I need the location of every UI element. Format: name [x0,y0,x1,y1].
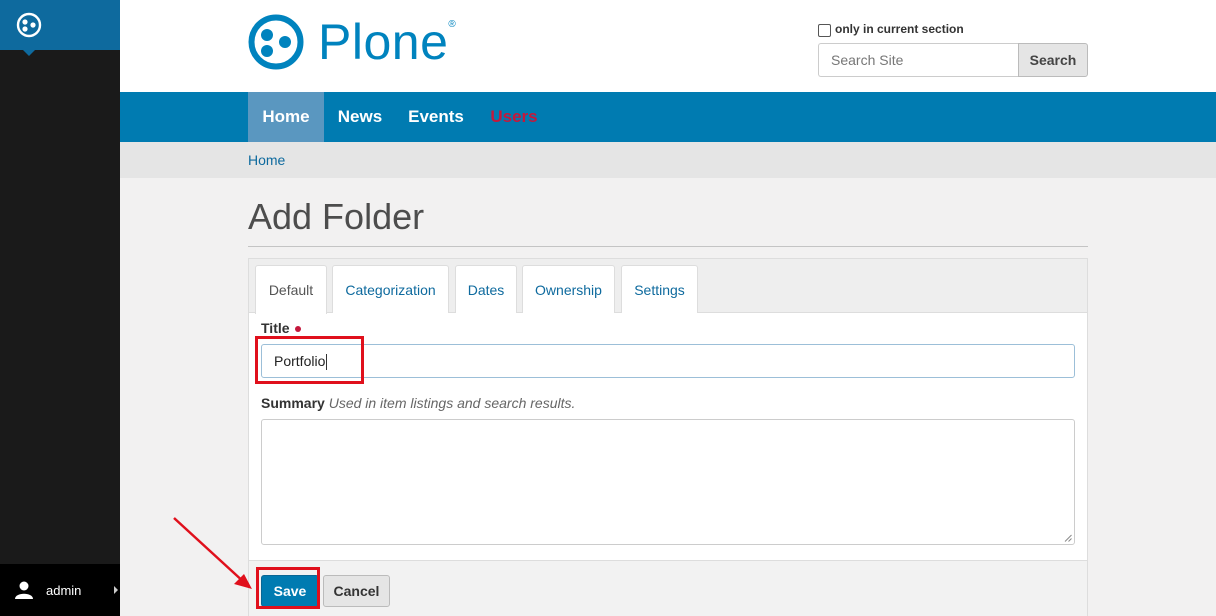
title-label: Title [261,320,301,336]
nav-item-users[interactable]: Users [476,92,552,142]
title-label-text: Title [261,320,290,336]
nav-item-home[interactable]: Home [248,92,324,142]
logo-wordmark: Plone [318,14,449,70]
search-input[interactable]: Search Site [818,43,1018,77]
checkbox-box[interactable] [818,24,831,37]
summary-textarea[interactable] [261,419,1075,545]
save-button[interactable]: Save [261,575,319,607]
user-icon [15,581,33,599]
summary-help-text: Used in item listings and search results… [328,395,576,411]
resize-grip-icon[interactable] [1064,534,1072,542]
add-folder-form: Default Categorization Dates Ownership S… [248,258,1088,616]
user-name: admin [46,582,82,598]
registered-mark: ® [448,18,456,30]
title-field-value: Portfolio [274,353,326,369]
site-logo[interactable]: Plone ® [248,14,456,70]
plone-logo-icon [248,14,304,70]
main-navigation: Home News Events Users [120,92,1216,142]
plone-toolbar: admin [0,0,120,616]
tab-dates[interactable]: Dates [455,265,517,313]
cancel-button[interactable]: Cancel [323,575,390,607]
nav-item-news[interactable]: News [324,92,396,142]
tab-default[interactable]: Default [255,265,327,314]
title-divider [248,246,1088,247]
form-tabs: Default Categorization Dates Ownership S… [249,259,1087,314]
text-cursor [326,354,328,371]
tab-categorization[interactable]: Categorization [332,265,449,313]
current-section-checkbox[interactable]: only in current section [818,21,964,37]
page-title: Add Folder [248,196,425,237]
summary-label: Summary Used in item listings and search… [261,395,575,411]
current-section-label: only in current section [835,22,964,36]
tab-settings[interactable]: Settings [621,265,698,313]
summary-label-text: Summary [261,395,325,411]
search-button[interactable]: Search [1018,43,1088,77]
tab-ownership[interactable]: Ownership [522,265,615,313]
nav-item-events[interactable]: Events [396,92,476,142]
site-header: Plone ® only in current section Search S… [120,0,1216,92]
title-field[interactable]: Portfolio [261,344,1075,378]
plone-logo-icon [16,12,42,38]
breadcrumb-home-link[interactable]: Home [248,152,285,168]
caret-right-icon [114,586,118,594]
breadcrumb: Home [120,142,1216,178]
annotation-arrow-icon [173,517,252,589]
toolbar-logo-button[interactable] [0,0,120,56]
required-indicator [294,326,301,333]
form-actions: Save Cancel [249,560,1087,616]
toolbar-user-menu[interactable]: admin [0,564,120,616]
